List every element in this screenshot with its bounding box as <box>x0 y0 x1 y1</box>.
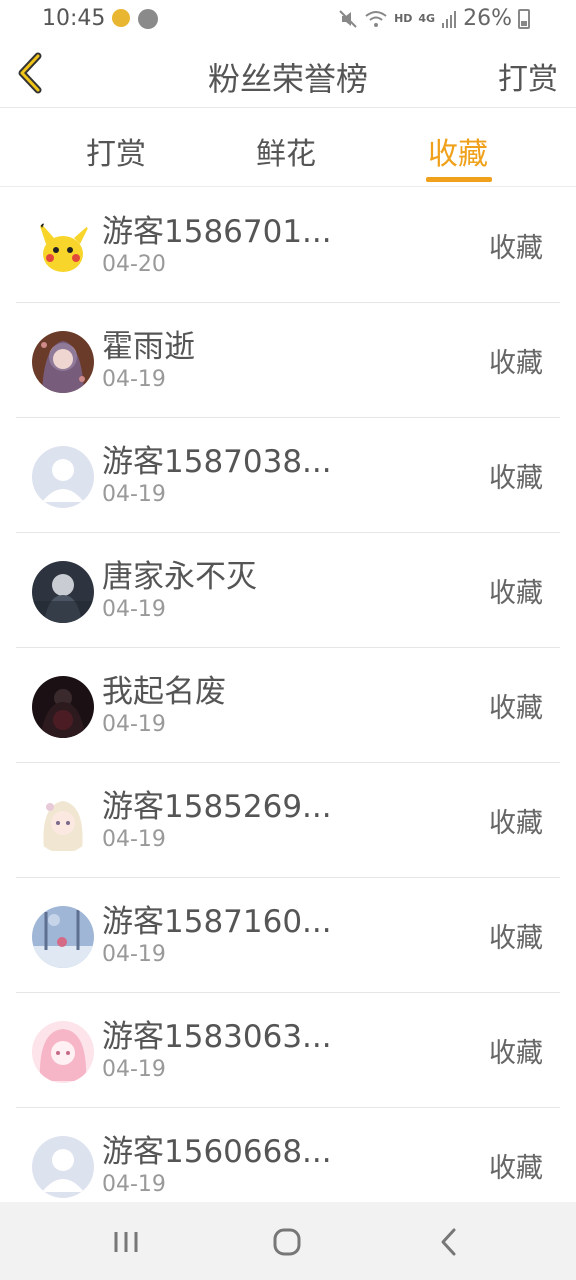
list-item[interactable]: 我起名废 04-19 收藏 <box>0 648 576 763</box>
recent-apps-icon <box>114 1232 138 1252</box>
tab-reward[interactable]: 打赏 <box>86 129 146 173</box>
fan-name: 我起名废 <box>102 674 226 710</box>
fan-date: 04-19 <box>102 827 166 852</box>
tab-active-indicator <box>426 177 492 182</box>
fan-date: 04-19 <box>102 597 166 622</box>
fan-action: 收藏 <box>489 1153 543 1184</box>
fan-list: 游客1586701... 04-20 收藏 霍雨逝 04-19 收藏 游客158… <box>0 188 576 1223</box>
fan-name: 游客1585269... <box>102 789 332 825</box>
list-item[interactable]: 唐家永不灭 04-19 收藏 <box>0 533 576 648</box>
list-item[interactable]: 游客1587038... 04-19 收藏 <box>0 418 576 533</box>
signal-icon <box>442 10 457 28</box>
default-user-avatar <box>32 446 94 508</box>
fan-name: 游客1587038... <box>102 444 332 480</box>
list-item[interactable]: 游客1583063... 04-19 收藏 <box>0 993 576 1108</box>
battery-percent: 26% <box>463 6 512 31</box>
recent-apps-button[interactable] <box>106 1224 146 1260</box>
fan-date: 04-20 <box>102 252 166 277</box>
status-bar: 10:45 HD 4G 26% <box>0 0 576 38</box>
winter-scene-avatar <box>32 906 94 968</box>
list-item[interactable]: 游客1587160... 04-19 收藏 <box>0 878 576 993</box>
fan-date: 04-19 <box>102 712 166 737</box>
battery-icon <box>518 8 530 29</box>
network-label: 4G <box>418 12 436 25</box>
fan-date: 04-19 <box>102 482 166 507</box>
pink-girl-avatar <box>32 1021 94 1083</box>
list-item[interactable]: 游客1585269... 04-19 收藏 <box>0 763 576 878</box>
fan-date: 04-19 <box>102 942 166 967</box>
wechat-icon <box>138 9 158 29</box>
fan-name: 唐家永不灭 <box>102 559 257 595</box>
fan-name: 游客1586701... <box>102 214 332 250</box>
mute-icon <box>339 9 357 28</box>
fan-action: 收藏 <box>489 578 543 609</box>
fan-name: 游客1587160... <box>102 904 332 940</box>
hd-label: HD <box>394 12 413 25</box>
wifi-icon <box>365 10 387 27</box>
pikachu-avatar <box>32 216 94 278</box>
notification-icons <box>112 9 158 29</box>
fan-action: 收藏 <box>489 348 543 379</box>
home-icon <box>273 1228 301 1256</box>
fan-action: 收藏 <box>489 693 543 724</box>
fan-date: 04-19 <box>102 1057 166 1082</box>
fan-name: 霍雨逝 <box>102 329 195 365</box>
top-bar: 粉丝荣誉榜 打赏 <box>0 38 576 108</box>
status-time: 10:45 <box>42 6 106 31</box>
fan-date: 04-19 <box>102 1172 166 1197</box>
reward-button[interactable]: 打赏 <box>498 54 558 98</box>
fan-action: 收藏 <box>489 463 543 494</box>
dark-character-avatar <box>32 561 94 623</box>
white-hair-girl-avatar <box>32 791 94 853</box>
list-item[interactable]: 游客1586701... 04-20 收藏 <box>0 188 576 303</box>
app-notification-icon <box>112 9 130 27</box>
status-right: HD 4G 26% <box>338 6 530 31</box>
default-user-avatar <box>32 1136 94 1198</box>
page-title: 粉丝荣誉榜 <box>207 60 368 98</box>
system-nav-bar <box>0 1202 576 1280</box>
anime-girl-avatar <box>32 331 94 393</box>
fan-name: 游客1583063... <box>102 1019 332 1055</box>
fan-action: 收藏 <box>489 808 543 839</box>
home-button[interactable] <box>267 1224 307 1260</box>
tab-flowers[interactable]: 鲜花 <box>256 129 316 173</box>
list-item[interactable]: 霍雨逝 04-19 收藏 <box>0 303 576 418</box>
fan-action: 收藏 <box>489 923 543 954</box>
fan-name: 游客1560668... <box>102 1134 332 1170</box>
back-icon <box>441 1228 456 1256</box>
fan-date: 04-19 <box>102 367 166 392</box>
fan-action: 收藏 <box>489 233 543 264</box>
nav-back-button[interactable] <box>430 1224 470 1260</box>
tab-favorites[interactable]: 收藏 <box>428 129 488 173</box>
fan-action: 收藏 <box>489 1038 543 1069</box>
dark-cloak-avatar <box>32 676 94 738</box>
tab-bar: 打赏 鲜花 收藏 <box>0 109 576 187</box>
